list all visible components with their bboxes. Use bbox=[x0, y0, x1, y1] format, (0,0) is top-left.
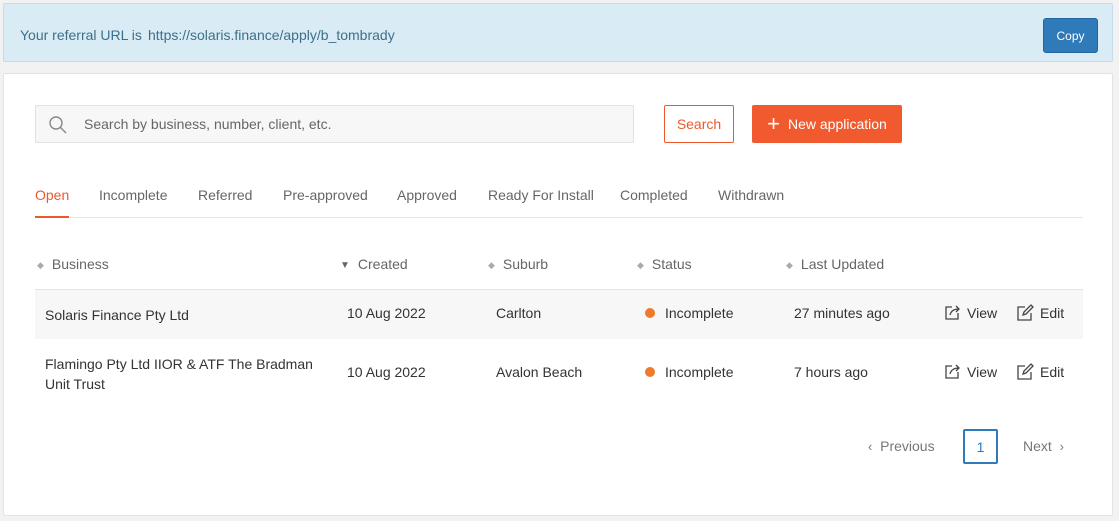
active-tab-indicator bbox=[35, 216, 69, 218]
referral-url: https://solaris.finance/apply/b_tombrady bbox=[148, 27, 395, 43]
edit-icon bbox=[1017, 304, 1034, 321]
tab-completed[interactable]: Completed bbox=[620, 187, 688, 203]
created-cell: 10 Aug 2022 bbox=[347, 364, 426, 380]
tab-pre-approved[interactable]: Pre-approved bbox=[283, 187, 368, 203]
last-updated-cell: 27 minutes ago bbox=[794, 305, 890, 321]
chevron-right-icon: › bbox=[1059, 439, 1064, 454]
referral-label: Your referral URL is bbox=[20, 27, 142, 43]
copy-button[interactable]: Copy bbox=[1043, 18, 1098, 53]
created-cell: 10 Aug 2022 bbox=[347, 305, 426, 321]
status-dot-icon bbox=[645, 308, 655, 318]
last-updated-cell: 7 hours ago bbox=[794, 364, 868, 380]
sort-icon: ◆ bbox=[488, 260, 495, 270]
column-header-created[interactable]: ▼ Created bbox=[340, 256, 408, 272]
edit-button[interactable]: Edit bbox=[1016, 363, 1064, 381]
view-button[interactable]: View bbox=[943, 304, 997, 322]
column-header-suburb[interactable]: ◆ Suburb bbox=[488, 256, 548, 272]
column-header-status[interactable]: ◆ Status bbox=[637, 256, 692, 272]
business-cell: Flamingo Pty Ltd IIOR & ATF The Bradman … bbox=[45, 356, 313, 392]
search-button[interactable]: Search bbox=[664, 105, 734, 143]
status-cell: Incomplete bbox=[645, 305, 733, 321]
previous-page-button[interactable]: ‹ Previous bbox=[868, 438, 935, 454]
table-row: Solaris Finance Pty Ltd 10 Aug 2022 Carl… bbox=[35, 289, 1083, 339]
edit-button[interactable]: Edit bbox=[1016, 304, 1064, 322]
edit-icon bbox=[1017, 363, 1034, 380]
search-box bbox=[35, 105, 634, 143]
external-link-icon bbox=[945, 305, 960, 320]
table-row: Flamingo Pty Ltd IIOR & ATF The Bradman … bbox=[35, 339, 1083, 409]
tab-incomplete[interactable]: Incomplete bbox=[99, 187, 167, 203]
status-tabs: Open Incomplete Referred Pre-approved Ap… bbox=[35, 175, 1083, 218]
tab-withdrawn[interactable]: Withdrawn bbox=[718, 187, 784, 203]
sort-icon: ◆ bbox=[637, 260, 644, 270]
tab-referred[interactable]: Referred bbox=[198, 187, 252, 203]
status-cell: Incomplete bbox=[645, 364, 733, 380]
new-application-label: New application bbox=[788, 116, 887, 132]
search-input[interactable] bbox=[84, 106, 624, 142]
search-icon bbox=[49, 116, 67, 134]
sort-icon: ◆ bbox=[786, 260, 793, 270]
applications-card: Search + New application Open Incomplete… bbox=[3, 73, 1113, 516]
plus-icon: + bbox=[767, 111, 780, 136]
referral-banner: Your referral URL is https://solaris.fin… bbox=[3, 3, 1113, 62]
tab-ready-for-install[interactable]: Ready For Install bbox=[488, 187, 594, 203]
external-link-icon bbox=[945, 364, 960, 379]
tab-approved[interactable]: Approved bbox=[397, 187, 457, 203]
sort-descending-icon: ▼ bbox=[340, 260, 350, 271]
column-header-last-updated[interactable]: ◆ Last Updated bbox=[786, 256, 884, 272]
sort-icon: ◆ bbox=[37, 260, 44, 270]
new-application-button[interactable]: + New application bbox=[752, 105, 902, 143]
tab-open[interactable]: Open bbox=[35, 187, 69, 203]
chevron-left-icon: ‹ bbox=[868, 439, 873, 454]
status-dot-icon bbox=[645, 367, 655, 377]
page-number-button[interactable]: 1 bbox=[963, 429, 998, 464]
suburb-cell: Carlton bbox=[496, 305, 542, 321]
business-cell: Solaris Finance Pty Ltd bbox=[45, 307, 189, 323]
suburb-cell: Avalon Beach bbox=[496, 364, 583, 380]
next-page-button[interactable]: Next › bbox=[1023, 438, 1064, 454]
column-header-business[interactable]: ◆ Business bbox=[37, 256, 109, 272]
view-button[interactable]: View bbox=[943, 363, 997, 381]
